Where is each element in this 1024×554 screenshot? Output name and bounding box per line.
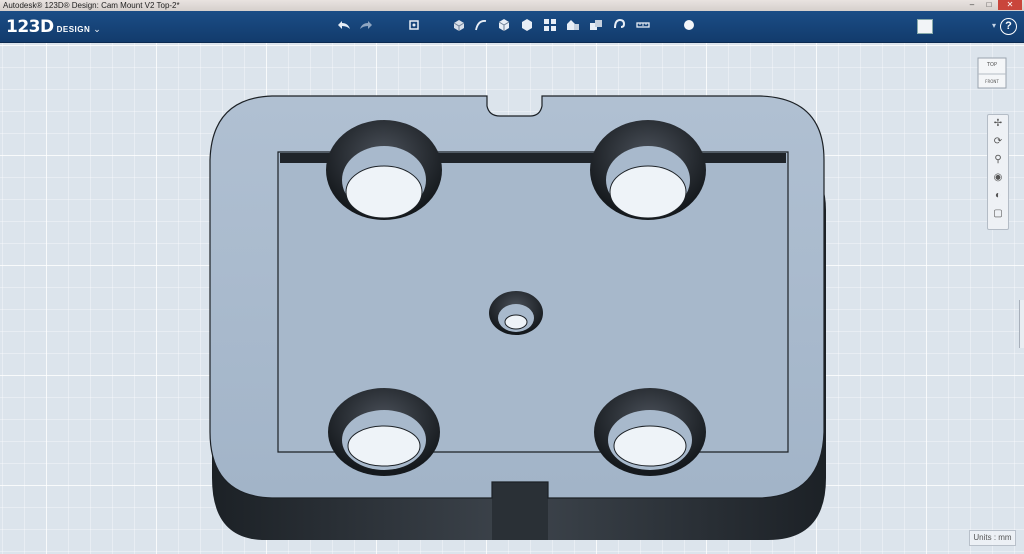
- view-dropdown[interactable]: ▾: [940, 17, 996, 34]
- grouping-icon[interactable]: [566, 18, 580, 32]
- visual-style-icon[interactable]: ◐: [988, 187, 1008, 205]
- measure-icon[interactable]: [636, 18, 650, 32]
- close-icon[interactable]: ✕: [998, 0, 1022, 10]
- fit-icon[interactable]: ◉: [988, 169, 1008, 187]
- pattern-icon[interactable]: [543, 18, 557, 32]
- chevron-down-icon: ⌄: [93, 24, 101, 34]
- viewcube-top-label: TOP: [986, 62, 997, 68]
- app-logo: 123D: [6, 17, 54, 37]
- undo-icon[interactable]: [337, 18, 351, 32]
- snap-icon[interactable]: [612, 18, 626, 32]
- sketch-icon[interactable]: [474, 18, 488, 32]
- construct-icon[interactable]: [497, 18, 511, 32]
- window-titlebar: Autodesk® 123D® Design: Cam Mount V2 Top…: [0, 0, 1024, 11]
- chevron-down-icon: ▾: [991, 21, 996, 30]
- zoom-icon[interactable]: ⚲: [988, 151, 1008, 169]
- primitives-icon[interactable]: [452, 18, 466, 32]
- cam-mount-part[interactable]: [0, 43, 1024, 554]
- main-toolbar: 123D DESIGN ⌄ ▾ ?: [0, 11, 1024, 43]
- units-indicator[interactable]: Units : mm: [969, 530, 1016, 546]
- counterbore-hole-top-left: [326, 120, 442, 220]
- material-icon[interactable]: [682, 18, 696, 32]
- selection-filter-icon[interactable]: [917, 19, 933, 34]
- counterbore-hole-bottom-left: [328, 388, 440, 476]
- side-panel-handle[interactable]: [1019, 300, 1024, 348]
- app-logo-sub: DESIGN: [56, 25, 91, 34]
- window-controls: – □ ✕: [964, 0, 1022, 11]
- minimize-icon[interactable]: –: [964, 0, 980, 10]
- orbit-icon[interactable]: ⟳: [988, 133, 1008, 151]
- window-title: Autodesk® 123D® Design: Cam Mount V2 Top…: [3, 1, 180, 10]
- viewcube-front-label: FRONT: [985, 79, 999, 84]
- pan-icon[interactable]: ✢: [988, 115, 1008, 133]
- counterbore-hole-bottom-right: [594, 388, 706, 476]
- combine-icon[interactable]: [589, 18, 603, 32]
- app-menu-button[interactable]: 123D DESIGN ⌄: [6, 17, 101, 37]
- help-button[interactable]: ?: [1000, 18, 1017, 35]
- material-toggle-icon[interactable]: ▢: [988, 205, 1008, 223]
- maximize-icon[interactable]: □: [981, 0, 997, 10]
- 3d-viewport[interactable]: TOP FRONT ✢ ⟳ ⚲ ◉ ◐ ▢ Units : mm: [0, 43, 1024, 554]
- navigation-bar: ✢ ⟳ ⚲ ◉ ◐ ▢: [987, 114, 1009, 230]
- transform-icon[interactable]: [407, 18, 421, 32]
- modify-icon[interactable]: [520, 18, 534, 32]
- center-hole: [489, 291, 543, 335]
- redo-icon[interactable]: [359, 18, 373, 32]
- counterbore-hole-top-right: [590, 120, 706, 220]
- viewcube-icon[interactable]: TOP FRONT: [977, 56, 1007, 90]
